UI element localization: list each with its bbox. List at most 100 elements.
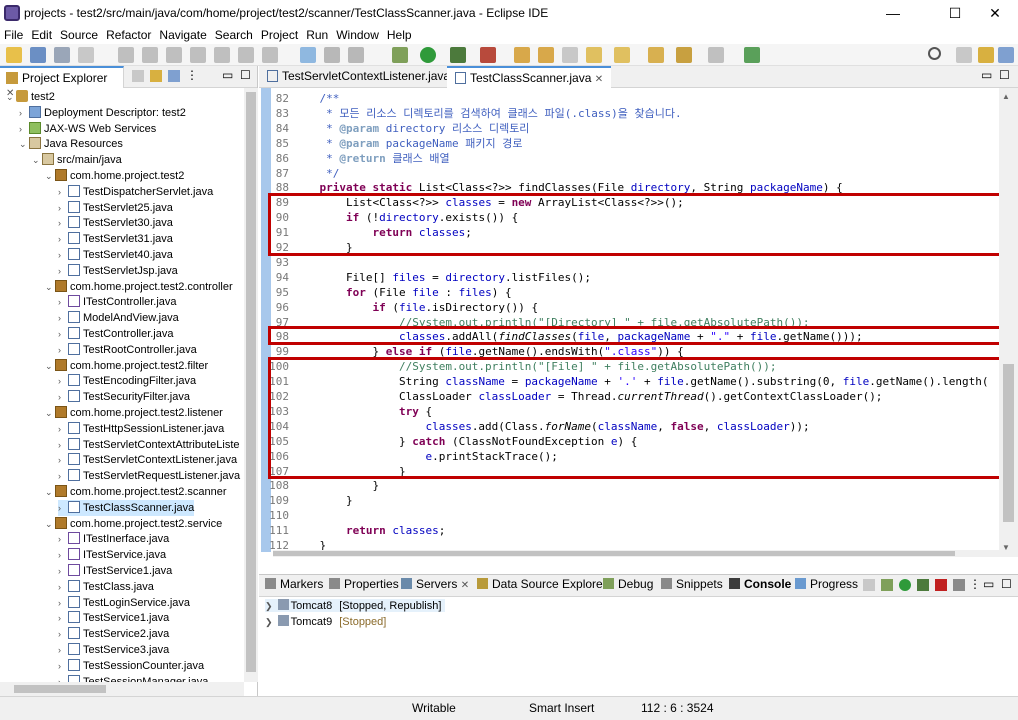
tree-item[interactable]: ⌄ com.home.project.test2 (45, 168, 184, 184)
run-icon[interactable] (420, 47, 436, 63)
code-line[interactable]: 94 File[] files = directory.listFiles(); (259, 270, 591, 285)
collapsed-chevron-icon[interactable]: › (58, 658, 68, 674)
collapsed-chevron-icon[interactable]: › (58, 531, 68, 547)
code-line[interactable]: 93 (259, 255, 293, 270)
expanded-chevron-icon[interactable]: ⌄ (6, 89, 16, 105)
code-line[interactable]: 96 if (file.isDirectory()) { (259, 300, 538, 315)
pin-editor-icon[interactable] (744, 47, 760, 63)
menu-help[interactable]: Help (383, 26, 416, 44)
collapsed-chevron-icon[interactable]: › (58, 294, 68, 310)
code-line[interactable]: 111 return classes; (259, 523, 445, 538)
collapsed-chevron-icon[interactable]: › (58, 326, 68, 342)
step-return-icon[interactable] (262, 47, 278, 63)
profile-server-icon[interactable] (917, 579, 929, 591)
code-line[interactable]: 86 * @return 클래스 배열 (259, 151, 450, 166)
toggle-block-icon[interactable] (324, 47, 340, 63)
editor-scroll-thumb[interactable] (1003, 364, 1014, 522)
tree-item[interactable]: › TestLoginService.java (58, 595, 190, 611)
tab-debug[interactable]: Debug (603, 577, 653, 597)
collapsed-chevron-icon[interactable]: › (58, 200, 68, 216)
expanded-chevron-icon[interactable]: ⌄ (45, 358, 55, 374)
tab-progress[interactable]: Progress (795, 577, 858, 597)
new-icon[interactable] (6, 47, 22, 63)
link-with-editor-icon[interactable] (150, 70, 162, 82)
tree-item[interactable]: › TestServletJsp.java (58, 263, 178, 279)
collapsed-chevron-icon[interactable]: › (58, 184, 68, 200)
tree-item[interactable]: › TestServlet30.java (58, 215, 173, 231)
tree-item[interactable]: › ModelAndView.java (58, 310, 179, 326)
tree-item[interactable]: › TestServlet25.java (58, 200, 173, 216)
menu-refactor[interactable]: Refactor (102, 26, 155, 44)
collapsed-chevron-icon[interactable]: › (58, 642, 68, 658)
explorer-hscroll-thumb[interactable] (14, 685, 106, 693)
editor-horizontal-scrollbar[interactable] (273, 550, 999, 557)
expanded-chevron-icon[interactable]: ⌄ (45, 484, 55, 500)
collapsed-chevron-icon[interactable]: › (58, 452, 68, 468)
suspend-icon[interactable] (166, 47, 182, 63)
minimize-view-icon[interactable]: ▭ (222, 68, 233, 82)
search-icon[interactable] (928, 47, 941, 60)
tree-item[interactable]: › TestHttpSessionListener.java (58, 421, 224, 437)
code-line[interactable]: 85 * @param packageName 패키지 경로 (259, 136, 523, 151)
terminate-icon[interactable] (190, 47, 206, 63)
tree-item[interactable]: ⌄ com.home.project.test2.filter (45, 358, 208, 374)
collapsed-chevron-icon[interactable]: › (58, 468, 68, 484)
tree-item[interactable]: ⌄ com.home.project.test2.scanner (45, 484, 227, 500)
step-into-icon[interactable] (214, 47, 230, 63)
maximize-editor-icon[interactable]: ☐ (999, 68, 1010, 82)
server-row-tomcat8[interactable]: ❯ Tomcat8 [Stopped, Republish] (265, 599, 446, 612)
menu-run[interactable]: Run (302, 26, 332, 44)
menu-source[interactable]: Source (56, 26, 102, 44)
resume-icon[interactable] (142, 47, 158, 63)
debug-icon[interactable] (392, 47, 408, 63)
forward-icon[interactable] (708, 47, 724, 63)
tree-item[interactable]: › TestSessionCounter.java (58, 658, 204, 674)
explorer-scroll-thumb[interactable] (246, 92, 256, 672)
expanded-chevron-icon[interactable]: ⌄ (32, 152, 42, 168)
back-icon[interactable] (676, 47, 692, 63)
collapsed-chevron-icon[interactable]: › (58, 263, 68, 279)
code-line[interactable]: 82 /** (259, 91, 340, 106)
tree-item[interactable]: › Deployment Descriptor: test2 (19, 105, 186, 121)
collapsed-chevron-icon[interactable]: › (58, 547, 68, 563)
previous-annotation-icon[interactable] (614, 47, 630, 63)
bottom-view-menu-icon[interactable]: ⋮ (969, 577, 981, 591)
collapsed-chevron-icon[interactable]: › (58, 579, 68, 595)
tab-markers[interactable]: Markers (265, 577, 323, 597)
maximize-view-icon[interactable]: ☐ (240, 68, 251, 82)
tree-item[interactable]: ⌄ com.home.project.test2.service (45, 516, 222, 532)
tree-item[interactable]: › TestRootController.java (58, 342, 197, 358)
collapsed-chevron-icon[interactable]: › (58, 610, 68, 626)
start-server-icon[interactable] (899, 579, 911, 591)
toggle-mark-icon[interactable] (300, 47, 316, 63)
java-ee-perspective-icon[interactable] (978, 47, 994, 63)
editor-vertical-scrollbar[interactable]: ▲ ▼ (999, 88, 1018, 557)
debug-server-icon[interactable] (881, 579, 893, 591)
save-all-icon[interactable] (54, 47, 70, 63)
tree-item[interactable]: ⌄ com.home.project.test2.listener (45, 405, 223, 421)
expanded-chevron-icon[interactable]: ⌄ (45, 279, 55, 295)
tree-item[interactable]: ⌄ Java Resources (19, 136, 123, 152)
tree-item[interactable]: › TestSessionManager.java (58, 674, 208, 682)
collapsed-chevron-icon[interactable]: › (58, 421, 68, 437)
tree-item[interactable]: › TestService1.java (58, 610, 169, 626)
coverage-icon[interactable] (450, 47, 466, 63)
code-line[interactable]: 87 */ (259, 166, 340, 181)
tree-item[interactable]: › TestDispatcherServlet.java (58, 184, 213, 200)
code-area[interactable]: 82 /** 83 * 모든 리소스 디렉토리를 검색하여 클래스 파일(.cla… (259, 88, 999, 557)
collapsed-chevron-icon[interactable]: › (58, 389, 68, 405)
tree-item[interactable]: › TestEncodingFilter.java (58, 373, 196, 389)
collapsed-chevron-icon[interactable]: › (19, 105, 29, 121)
new-java-project-icon[interactable] (514, 47, 530, 63)
open-perspective-icon[interactable] (956, 47, 972, 63)
collapsed-chevron-icon[interactable]: › (58, 674, 68, 682)
tab-testservletcontextlistener[interactable]: TestServletContextListener.java (259, 66, 458, 88)
code-line[interactable]: 84 * @param directory 리소스 디렉토리 (259, 121, 530, 136)
collapsed-chevron-icon[interactable]: › (58, 500, 68, 516)
show-whitespace-icon[interactable] (348, 47, 364, 63)
stop-server-icon[interactable] (935, 579, 947, 591)
external-tools-icon[interactable] (480, 47, 496, 63)
expanded-chevron-icon[interactable]: ⌄ (19, 136, 29, 152)
menu-window[interactable]: Window (332, 26, 383, 44)
expanded-chevron-icon[interactable]: ⌄ (45, 405, 55, 421)
